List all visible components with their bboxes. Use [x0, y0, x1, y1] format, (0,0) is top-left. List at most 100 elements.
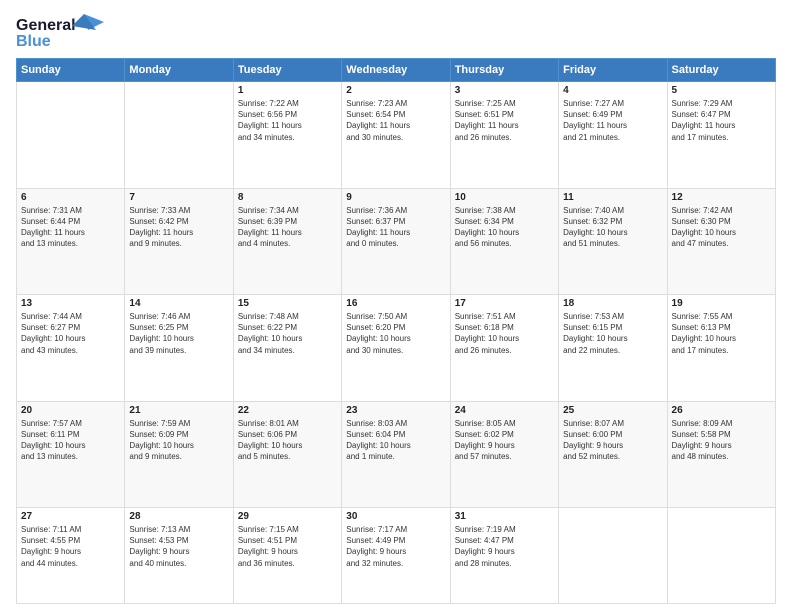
cell-info: Sunrise: 8:09 AM Sunset: 5:58 PM Dayligh…	[672, 418, 771, 463]
day-number: 29	[238, 511, 337, 522]
cell-info: Sunrise: 7:57 AM Sunset: 6:11 PM Dayligh…	[21, 418, 120, 463]
cell-info: Sunrise: 7:34 AM Sunset: 6:39 PM Dayligh…	[238, 205, 337, 250]
day-number: 21	[129, 405, 228, 416]
day-number: 24	[455, 405, 554, 416]
calendar-cell: 3 Sunrise: 7:25 AM Sunset: 6:51 PM Daylig…	[450, 82, 558, 189]
day-number: 13	[21, 298, 120, 309]
col-header-saturday: Saturday	[667, 59, 775, 82]
day-number: 8	[238, 192, 337, 203]
cell-info: Sunrise: 7:36 AM Sunset: 6:37 PM Dayligh…	[346, 205, 445, 250]
day-number: 2	[346, 85, 445, 96]
cell-info: Sunrise: 7:48 AM Sunset: 6:22 PM Dayligh…	[238, 311, 337, 356]
col-header-wednesday: Wednesday	[342, 59, 450, 82]
day-number: 23	[346, 405, 445, 416]
cell-info: Sunrise: 7:51 AM Sunset: 6:18 PM Dayligh…	[455, 311, 554, 356]
calendar-week-4: 20Sunrise: 7:57 AM Sunset: 6:11 PM Dayli…	[17, 401, 776, 508]
calendar-cell: 28 Sunrise: 7:13 AM Sunset: 4:53 PM Dayli…	[125, 508, 233, 604]
cell-info: Sunrise: 7:27 AM Sunset: 6:49 PM Dayligh…	[563, 98, 662, 143]
calendar-cell: 18Sunrise: 7:53 AM Sunset: 6:15 PM Dayli…	[559, 295, 667, 402]
cell-info: Sunrise: 8:07 AM Sunset: 6:00 PM Dayligh…	[563, 418, 662, 463]
cell-info: Sunrise: 7:40 AM Sunset: 6:32 PM Dayligh…	[563, 205, 662, 250]
cell-info: Sunrise: 7:19 AM Sunset: 4:47 PM Dayligh…	[455, 524, 554, 569]
col-header-tuesday: Tuesday	[233, 59, 341, 82]
cell-info: Sunrise: 7:29 AM Sunset: 6:47 PM Dayligh…	[672, 98, 771, 143]
cell-info: Sunrise: 8:05 AM Sunset: 6:02 PM Dayligh…	[455, 418, 554, 463]
day-number: 30	[346, 511, 445, 522]
day-number: 9	[346, 192, 445, 203]
day-number: 19	[672, 298, 771, 309]
cell-info: Sunrise: 7:17 AM Sunset: 4:49 PM Dayligh…	[346, 524, 445, 569]
calendar-cell: 2 Sunrise: 7:23 AM Sunset: 6:54 PM Daylig…	[342, 82, 450, 189]
day-number: 10	[455, 192, 554, 203]
svg-text:Blue: Blue	[16, 33, 51, 50]
calendar-cell: 10Sunrise: 7:38 AM Sunset: 6:34 PM Dayli…	[450, 188, 558, 295]
calendar-cell: 29 Sunrise: 7:15 AM Sunset: 4:51 PM Dayli…	[233, 508, 341, 604]
calendar-week-3: 13 Sunrise: 7:44 AM Sunset: 6:27 PM Dayli…	[17, 295, 776, 402]
calendar-cell: 24 Sunrise: 8:05 AM Sunset: 6:02 PM Dayli…	[450, 401, 558, 508]
day-number: 1	[238, 85, 337, 96]
col-header-sunday: Sunday	[17, 59, 125, 82]
day-number: 14	[129, 298, 228, 309]
calendar-cell: 25 Sunrise: 8:07 AM Sunset: 6:00 PM Dayli…	[559, 401, 667, 508]
day-number: 18	[563, 298, 662, 309]
day-number: 15	[238, 298, 337, 309]
col-header-monday: Monday	[125, 59, 233, 82]
cell-info: Sunrise: 7:13 AM Sunset: 4:53 PM Dayligh…	[129, 524, 228, 569]
day-number: 3	[455, 85, 554, 96]
calendar-cell	[667, 508, 775, 604]
cell-info: Sunrise: 7:46 AM Sunset: 6:25 PM Dayligh…	[129, 311, 228, 356]
calendar-cell: 9 Sunrise: 7:36 AM Sunset: 6:37 PM Daylig…	[342, 188, 450, 295]
calendar-cell: 11 Sunrise: 7:40 AM Sunset: 6:32 PM Dayli…	[559, 188, 667, 295]
calendar-cell: 31 Sunrise: 7:19 AM Sunset: 4:47 PM Dayli…	[450, 508, 558, 604]
day-number: 11	[563, 192, 662, 203]
day-number: 25	[563, 405, 662, 416]
cell-info: Sunrise: 7:55 AM Sunset: 6:13 PM Dayligh…	[672, 311, 771, 356]
calendar-cell: 6 Sunrise: 7:31 AM Sunset: 6:44 PM Daylig…	[17, 188, 125, 295]
calendar-cell: 26 Sunrise: 8:09 AM Sunset: 5:58 PM Dayli…	[667, 401, 775, 508]
calendar-week-1: 1 Sunrise: 7:22 AM Sunset: 6:56 PM Daylig…	[17, 82, 776, 189]
day-number: 17	[455, 298, 554, 309]
cell-info: Sunrise: 7:11 AM Sunset: 4:55 PM Dayligh…	[21, 524, 120, 569]
calendar-cell: 15 Sunrise: 7:48 AM Sunset: 6:22 PM Dayli…	[233, 295, 341, 402]
cell-info: Sunrise: 7:31 AM Sunset: 6:44 PM Dayligh…	[21, 205, 120, 250]
cell-info: Sunrise: 7:15 AM Sunset: 4:51 PM Dayligh…	[238, 524, 337, 569]
cell-info: Sunrise: 7:50 AM Sunset: 6:20 PM Dayligh…	[346, 311, 445, 356]
calendar-cell: 1 Sunrise: 7:22 AM Sunset: 6:56 PM Daylig…	[233, 82, 341, 189]
cell-info: Sunrise: 8:03 AM Sunset: 6:04 PM Dayligh…	[346, 418, 445, 463]
calendar-cell: 13 Sunrise: 7:44 AM Sunset: 6:27 PM Dayli…	[17, 295, 125, 402]
col-header-friday: Friday	[559, 59, 667, 82]
page: GeneralBlue SundayMondayTuesdayWednesday…	[0, 0, 792, 612]
calendar-week-5: 27 Sunrise: 7:11 AM Sunset: 4:55 PM Dayli…	[17, 508, 776, 604]
calendar-cell: 23 Sunrise: 8:03 AM Sunset: 6:04 PM Dayli…	[342, 401, 450, 508]
calendar-cell	[17, 82, 125, 189]
day-number: 27	[21, 511, 120, 522]
logo: GeneralBlue	[16, 12, 106, 50]
calendar-cell	[559, 508, 667, 604]
day-number: 12	[672, 192, 771, 203]
calendar-cell: 16 Sunrise: 7:50 AM Sunset: 6:20 PM Dayli…	[342, 295, 450, 402]
day-number: 22	[238, 405, 337, 416]
calendar-cell: 19 Sunrise: 7:55 AM Sunset: 6:13 PM Dayli…	[667, 295, 775, 402]
calendar-cell: 8 Sunrise: 7:34 AM Sunset: 6:39 PM Daylig…	[233, 188, 341, 295]
calendar-cell: 12Sunrise: 7:42 AM Sunset: 6:30 PM Dayli…	[667, 188, 775, 295]
day-number: 28	[129, 511, 228, 522]
calendar-week-2: 6 Sunrise: 7:31 AM Sunset: 6:44 PM Daylig…	[17, 188, 776, 295]
calendar-cell: 22Sunrise: 8:01 AM Sunset: 6:06 PM Dayli…	[233, 401, 341, 508]
cell-info: Sunrise: 7:44 AM Sunset: 6:27 PM Dayligh…	[21, 311, 120, 356]
day-number: 6	[21, 192, 120, 203]
calendar-cell	[125, 82, 233, 189]
calendar-cell: 27 Sunrise: 7:11 AM Sunset: 4:55 PM Dayli…	[17, 508, 125, 604]
day-number: 7	[129, 192, 228, 203]
col-header-thursday: Thursday	[450, 59, 558, 82]
calendar-table: SundayMondayTuesdayWednesdayThursdayFrid…	[16, 58, 776, 604]
cell-info: Sunrise: 7:59 AM Sunset: 6:09 PM Dayligh…	[129, 418, 228, 463]
cell-info: Sunrise: 7:25 AM Sunset: 6:51 PM Dayligh…	[455, 98, 554, 143]
cell-info: Sunrise: 7:23 AM Sunset: 6:54 PM Dayligh…	[346, 98, 445, 143]
calendar-cell: 4 Sunrise: 7:27 AM Sunset: 6:49 PM Daylig…	[559, 82, 667, 189]
day-number: 4	[563, 85, 662, 96]
logo-svg: GeneralBlue	[16, 12, 106, 50]
day-number: 16	[346, 298, 445, 309]
day-number: 26	[672, 405, 771, 416]
cell-info: Sunrise: 7:22 AM Sunset: 6:56 PM Dayligh…	[238, 98, 337, 143]
day-number: 31	[455, 511, 554, 522]
